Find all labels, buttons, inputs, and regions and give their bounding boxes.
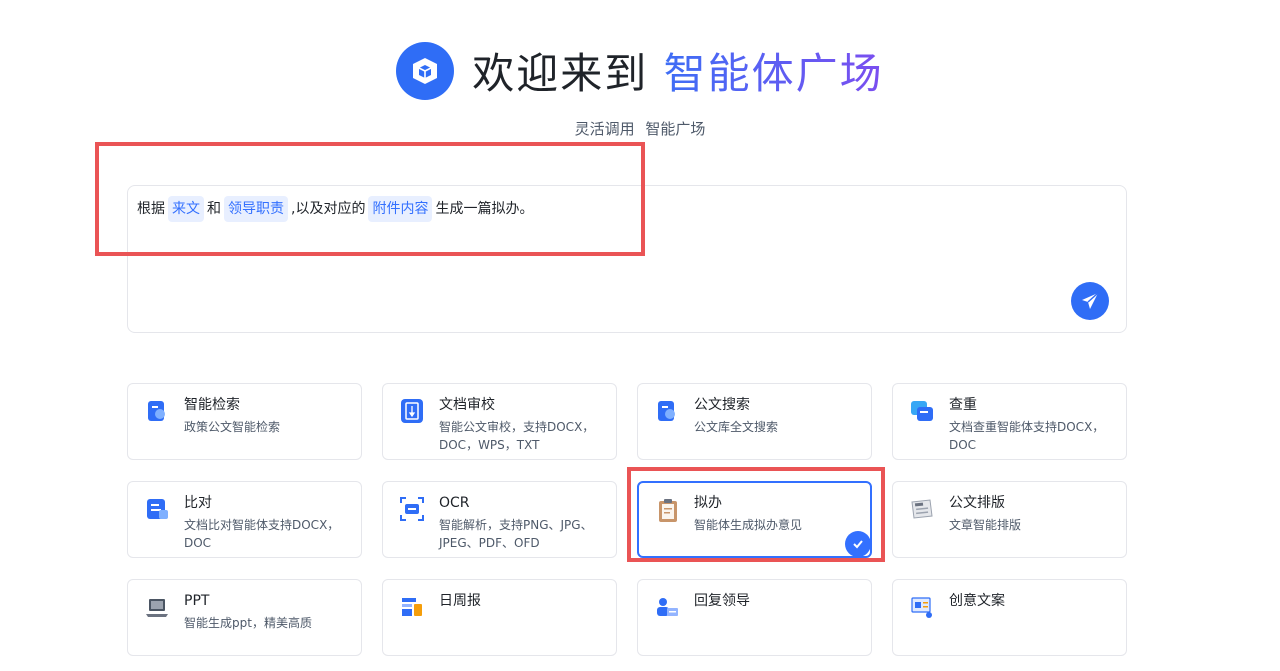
agent-card-creative-copy[interactable]: 创意文案	[892, 579, 1127, 656]
card-title: OCR	[439, 495, 470, 511]
card-desc: 公文库全文搜索	[694, 420, 779, 434]
title-highlight: 智能体广场	[663, 49, 884, 98]
page-title: 欢迎来到 智能体广场	[472, 40, 883, 101]
card-title: 文档审校	[439, 397, 495, 413]
proofread-icon	[401, 399, 423, 423]
clipboard-icon	[659, 499, 677, 522]
ocr-icon	[400, 497, 424, 521]
prompt-chip-attachment[interactable]: 附件内容	[368, 196, 433, 222]
agent-card-reply-leader[interactable]: 回复领导	[637, 579, 872, 656]
card-title: 智能检索	[184, 397, 240, 413]
card-desc: 文档比对智能体支持DOCX，DOC	[184, 518, 340, 550]
page-header: 欢迎来到 智能体广场	[0, 40, 1280, 101]
card-title: 查重	[949, 397, 977, 413]
agent-card-weekly-report[interactable]: 日周报	[382, 579, 617, 656]
send-icon	[1082, 292, 1099, 309]
card-title: PPT	[184, 593, 210, 609]
card-title: 拟办	[694, 495, 722, 511]
prompt-text-segment: 根据	[137, 201, 165, 217]
creative-icon	[911, 597, 932, 618]
selected-check-icon	[845, 531, 871, 557]
agent-card-proofread[interactable]: 文档审校 智能公文审校，支持DOCX，DOC，WPS，TXT	[382, 383, 617, 460]
prompt-text-segment: 生成一篇拟办。	[435, 201, 534, 217]
card-desc: 文章智能排版	[949, 518, 1022, 532]
cube-logo-icon	[396, 41, 455, 100]
card-title: 创意文案	[949, 593, 1005, 609]
card-desc: 智能生成ppt，精美高质	[184, 616, 312, 630]
search-doc-icon	[148, 401, 165, 421]
card-desc: 文档查重智能体支持DOCX，DOC	[949, 420, 1105, 452]
prompt-chip-incoming-doc[interactable]: 来文	[168, 196, 204, 222]
prompt-text-segment: ,以及对应的	[291, 201, 366, 217]
agent-card-typesetting[interactable]: 公文排版 文章智能排版	[892, 481, 1127, 558]
card-desc: 智能解析，支持PNG、JPG、JPEG、PDF、OFD	[439, 518, 593, 550]
card-desc: 智能公文审校，支持DOCX，DOC，WPS，TXT	[439, 420, 595, 452]
card-desc: 智能体生成拟办意见	[694, 518, 803, 532]
card-title: 比对	[184, 495, 212, 511]
card-desc: 政策公文智能检索	[184, 420, 281, 434]
compare-icon	[147, 499, 168, 519]
agent-card-nibann[interactable]: 拟办 智能体生成拟办意见	[637, 481, 872, 558]
card-title: 公文排版	[949, 495, 1005, 511]
newspaper-icon	[911, 499, 933, 519]
send-button[interactable]	[1071, 282, 1109, 320]
duplicate-check-icon	[911, 401, 933, 421]
agent-card-compare[interactable]: 比对 文档比对智能体支持DOCX，DOC	[127, 481, 362, 558]
agent-card-ocr[interactable]: OCR 智能解析，支持PNG、JPG、JPEG、PDF、OFD	[382, 481, 617, 558]
reply-icon	[657, 598, 678, 616]
prompt-text[interactable]: 根据 来文 和 领导职责 ,以及对应的 附件内容 生成一篇拟办。	[137, 196, 533, 222]
laptop-icon	[146, 599, 168, 617]
agent-grid: 智能检索 政策公文智能检索 文档审校 智能公文审校，支持DOCX，DOC，WPS…	[127, 383, 1127, 656]
agent-card-smart-search[interactable]: 智能检索 政策公文智能检索	[127, 383, 362, 460]
prompt-text-segment: 和	[207, 201, 221, 217]
prompt-chip-leader-duty[interactable]: 领导职责	[224, 196, 288, 222]
agent-card-duplicate-check[interactable]: 查重 文档查重智能体支持DOCX，DOC	[892, 383, 1127, 460]
agent-card-doc-search[interactable]: 公文搜索 公文库全文搜索	[637, 383, 872, 460]
card-title: 日周报	[439, 593, 481, 609]
report-icon	[402, 598, 422, 616]
prompt-input[interactable]: 根据 来文 和 领导职责 ,以及对应的 附件内容 生成一篇拟办。	[127, 185, 1127, 333]
page-subtitle: 灵活调用 智能广场	[574, 120, 706, 138]
card-title: 回复领导	[694, 593, 750, 609]
card-title: 公文搜索	[694, 397, 750, 413]
doc-search-icon	[658, 401, 675, 421]
title-prefix: 欢迎来到	[472, 49, 649, 98]
agent-card-ppt[interactable]: PPT 智能生成ppt，精美高质	[127, 579, 362, 656]
